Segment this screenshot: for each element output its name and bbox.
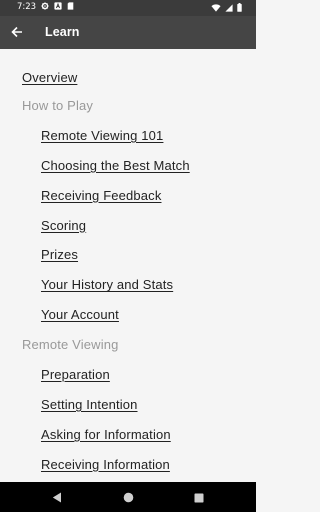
menu-link-label[interactable]: Receiving Feedback — [41, 188, 162, 203]
learn-menu: Overview How to Play Remote Viewing 101 Cho… — [0, 49, 256, 482]
system-recents-button[interactable] — [192, 490, 206, 504]
cellular-icon — [225, 3, 233, 15]
triangle-back-icon — [52, 488, 62, 507]
menu-link-label[interactable]: Your Account — [41, 308, 119, 322]
menu-link-item[interactable]: Your History and Stats — [0, 256, 256, 292]
battery-icon — [237, 3, 242, 15]
circle-home-icon — [123, 488, 134, 507]
menu-section-header: Remote Viewing — [0, 316, 256, 352]
section-label: How to Play — [22, 98, 94, 113]
menu-link-label[interactable]: Prizes — [41, 248, 78, 262]
app-bar: Learn — [0, 16, 256, 49]
gear-icon — [41, 2, 49, 13]
square-recents-icon — [194, 488, 204, 507]
menu-link-item[interactable]: Setting Intention — [0, 376, 256, 411]
status-left: 7:23 — [17, 2, 74, 13]
menu-link-label[interactable]: Your History and Stats — [41, 278, 173, 292]
system-back-button[interactable] — [50, 490, 64, 504]
menu-link-item[interactable]: Overview — [0, 49, 256, 85]
status-right — [211, 3, 242, 15]
menu-link-label[interactable]: Choosing the Best Match — [41, 158, 190, 173]
status-bar: 7:23 — [0, 0, 256, 16]
notification-a-icon — [54, 2, 62, 13]
menu-link-label[interactable]: Setting Intention — [41, 397, 138, 412]
back-button[interactable] — [6, 21, 28, 43]
page-title: Learn — [45, 25, 80, 39]
menu-link-label[interactable]: Asking for Information — [41, 427, 171, 442]
system-home-button[interactable] — [121, 490, 135, 504]
sd-card-icon — [67, 2, 74, 13]
menu-list: Overview How to Play Remote Viewing 101 Cho… — [0, 49, 256, 472]
menu-link-label[interactable]: Scoring — [41, 218, 86, 233]
menu-link-label[interactable]: Preparation — [41, 368, 110, 382]
wifi-icon — [211, 3, 221, 15]
status-time: 7:23 — [17, 2, 37, 12]
menu-link-label[interactable]: Overview — [22, 71, 77, 85]
arrow-left-icon — [11, 23, 23, 42]
section-label: Remote Viewing — [22, 337, 119, 353]
menu-link-label[interactable]: Remote Viewing 101 — [41, 128, 163, 143]
system-nav-bar — [0, 482, 256, 512]
menu-link-label[interactable]: Receiving Information — [41, 457, 170, 472]
menu-link-item[interactable]: Prizes — [0, 226, 256, 262]
